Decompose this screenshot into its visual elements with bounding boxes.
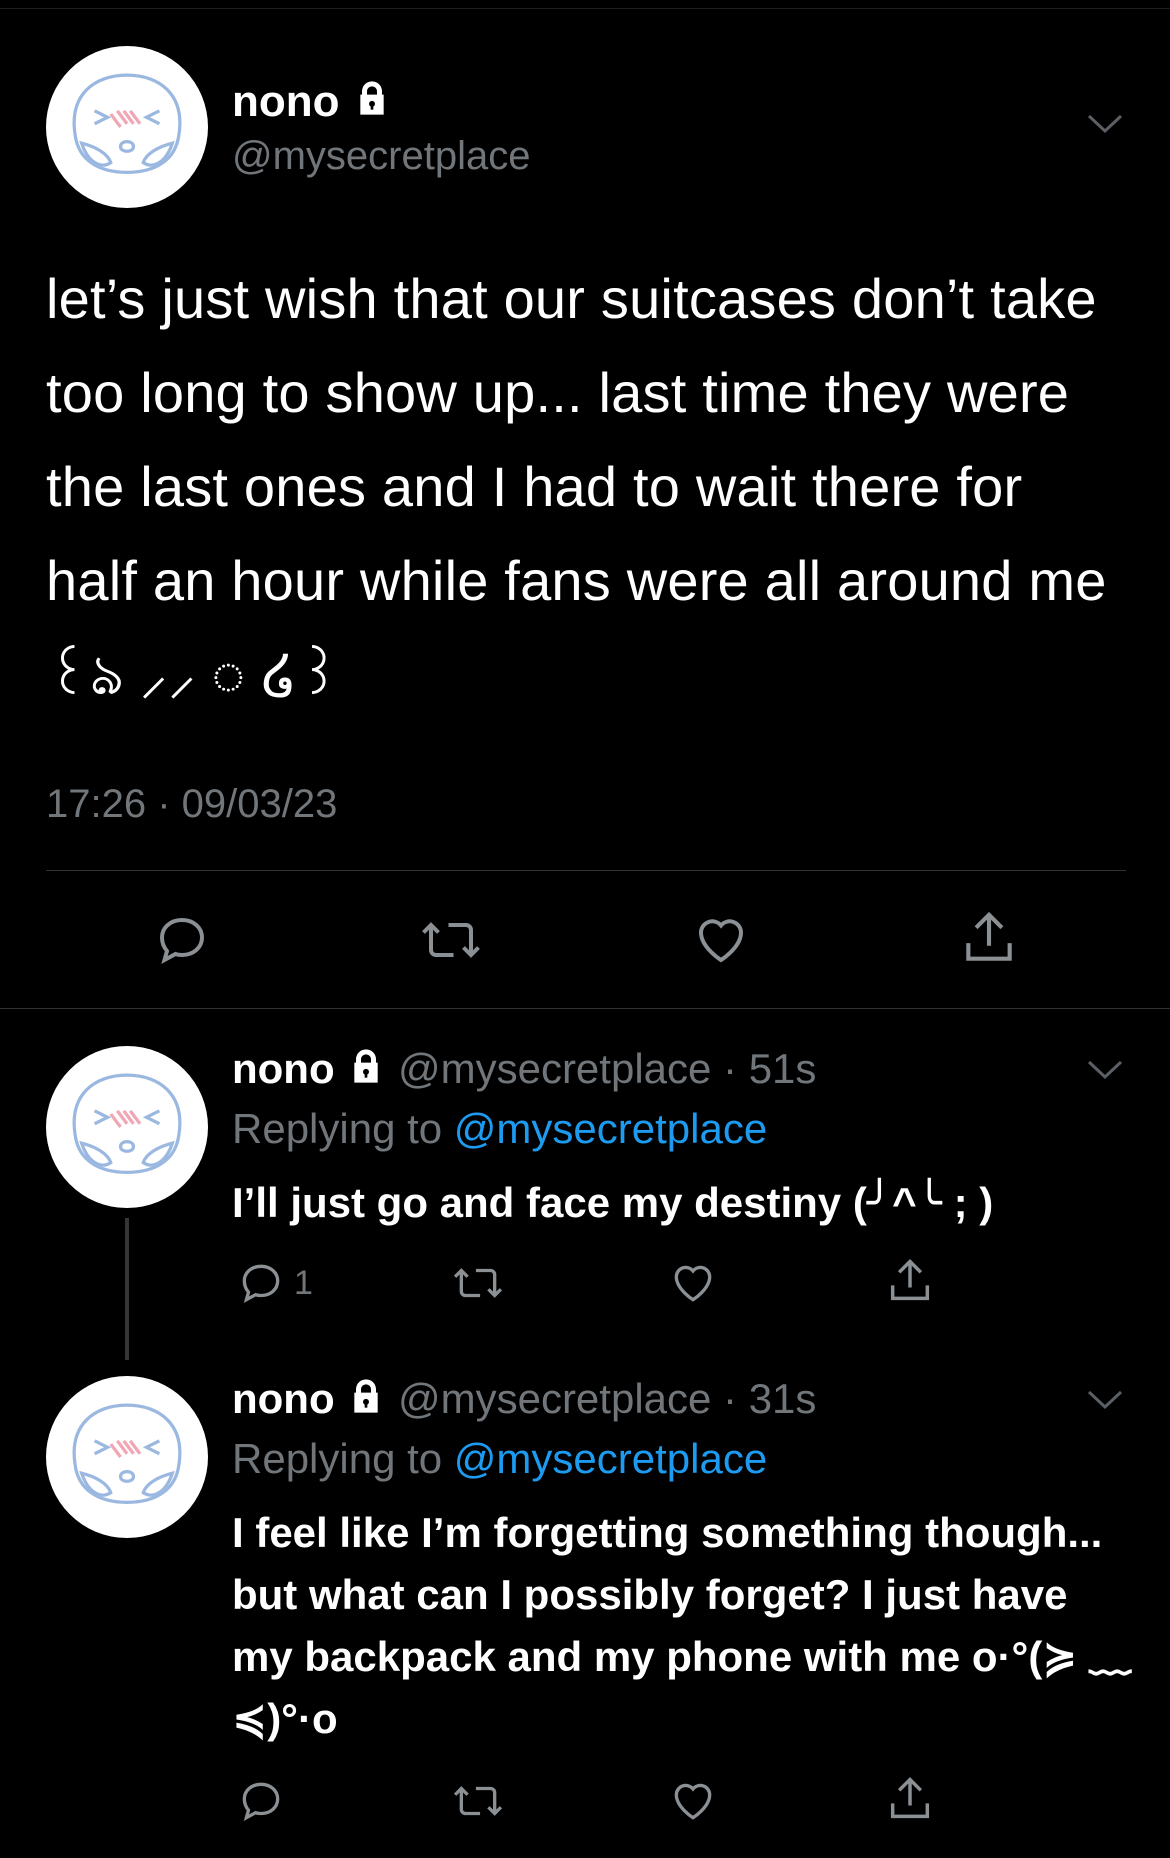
reply-text: I feel like I’m forgetting something tho… (232, 1509, 1132, 1742)
lock-icon (346, 1045, 386, 1099)
tweet-timestamp[interactable]: 17:26 · 09/03/23 (46, 778, 337, 830)
author-handle[interactable]: @mysecretplace (398, 1045, 711, 1092)
top-divider (0, 8, 1170, 9)
retweet-button[interactable] (418, 910, 484, 970)
retweet-icon (453, 1268, 503, 1298)
retweet-button[interactable] (450, 1776, 506, 1826)
like-button[interactable] (666, 1258, 720, 1308)
author-name[interactable]: nono (232, 74, 392, 132)
reply-header: nono @mysecretplace · 31s (232, 1372, 816, 1429)
display-name[interactable]: nono (232, 77, 340, 126)
avatar[interactable] (46, 1046, 208, 1208)
chevron-down-icon[interactable] (1085, 112, 1125, 141)
separator-dot: · (711, 1375, 749, 1422)
like-button[interactable] (690, 910, 752, 970)
replying-mention[interactable]: @mysecretplace (454, 1105, 767, 1152)
reply-button[interactable]: 1 (236, 1258, 313, 1308)
reply-time[interactable]: 51s (749, 1045, 817, 1092)
share-button[interactable] (884, 1772, 936, 1826)
share-icon (890, 1777, 930, 1819)
share-icon (890, 1259, 930, 1301)
heart-icon (674, 1265, 712, 1302)
reply-count: 1 (294, 1263, 313, 1302)
share-button[interactable] (884, 1254, 936, 1308)
replying-label: Replying to (232, 1435, 443, 1482)
author-handle[interactable]: @mysecretplace (398, 1375, 711, 1422)
avatar-image (72, 73, 182, 174)
tweet-text: let’s just wish that our suitcases don’t… (46, 267, 1123, 706)
reply-time[interactable]: 31s (749, 1375, 817, 1422)
replying-to: Replying to @mysecretplace (232, 1432, 767, 1486)
avatar-image (72, 1073, 182, 1174)
replying-to: Replying to @mysecretplace (232, 1102, 767, 1156)
replying-mention[interactable]: @mysecretplace (454, 1435, 767, 1482)
reply-icon (242, 1782, 280, 1822)
replying-label: Replying to (232, 1105, 443, 1152)
avatar[interactable] (46, 1376, 208, 1538)
reply-icon (159, 917, 205, 965)
avatar-image (72, 1403, 182, 1504)
author-handle[interactable]: @mysecretplace (232, 130, 530, 182)
like-button[interactable] (666, 1776, 720, 1826)
divider (46, 870, 1126, 871)
reply-button[interactable] (236, 1776, 286, 1826)
display-name[interactable]: nono (232, 1375, 335, 1422)
lock-icon (352, 76, 392, 132)
heart-icon (674, 1783, 712, 1820)
chevron-down-icon[interactable] (1085, 1388, 1125, 1417)
share-button[interactable] (958, 906, 1020, 970)
thread-line (125, 1218, 129, 1360)
retweet-icon (422, 922, 480, 958)
display-name[interactable]: nono (232, 1045, 335, 1092)
reply-text: I’ll just go and face my destiny (╯^╰ ; … (232, 1179, 994, 1226)
chevron-down-icon[interactable] (1085, 1058, 1125, 1087)
retweet-button[interactable] (450, 1258, 506, 1308)
reply-button[interactable] (152, 910, 212, 970)
retweet-icon (453, 1786, 503, 1816)
divider (0, 1008, 1170, 1009)
reply-header: nono @mysecretplace · 51s (232, 1042, 816, 1099)
avatar[interactable] (46, 46, 208, 208)
separator-dot: · (711, 1045, 749, 1092)
lock-icon (346, 1375, 386, 1429)
heart-icon (698, 919, 744, 963)
reply-icon (242, 1264, 280, 1304)
share-icon (966, 911, 1012, 961)
